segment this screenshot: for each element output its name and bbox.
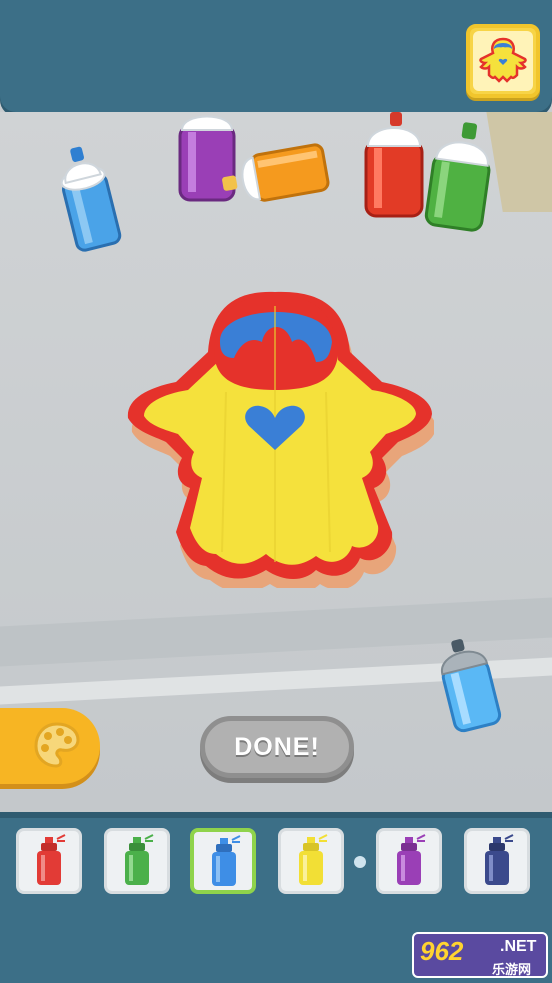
target-preview[interactable]: [466, 24, 540, 98]
palette-icon: [34, 722, 80, 768]
spray-can-red[interactable]: [360, 112, 430, 220]
color-slot-green[interactable]: [104, 828, 170, 894]
spray-can-orange[interactable]: [218, 140, 334, 210]
spray-can-lightblue[interactable]: [432, 636, 508, 736]
spray-icon-blue: [212, 835, 241, 886]
target-character-thumbnail: [479, 37, 527, 83]
color-slot-yellow[interactable]: [278, 828, 344, 894]
color-slot-navy[interactable]: [464, 828, 530, 894]
done-button[interactable]: DONE!: [200, 716, 354, 778]
watermark-net: .NET: [500, 938, 537, 955]
spray-icon-purple: [397, 834, 426, 885]
watermark-main: 962: [420, 936, 464, 966]
palette-button[interactable]: [0, 708, 100, 784]
spray-icon-green: [125, 834, 154, 885]
spray-icon-red: [37, 834, 66, 885]
watermark-sub: 乐游网: [492, 962, 532, 977]
character-piece[interactable]: [116, 282, 434, 588]
spray-icon-yellow: [299, 834, 328, 885]
spray-icon-navy: [485, 834, 514, 885]
watermark-logo: 962 .NET 乐游网: [412, 932, 548, 978]
color-slot-red[interactable]: [16, 828, 82, 894]
spray-can-blue[interactable]: [48, 138, 128, 256]
color-slot-purple[interactable]: [376, 828, 442, 894]
color-slot-blue[interactable]: [190, 828, 256, 894]
page-indicator-dot: [354, 856, 366, 868]
spray-can-green[interactable]: [424, 118, 496, 234]
